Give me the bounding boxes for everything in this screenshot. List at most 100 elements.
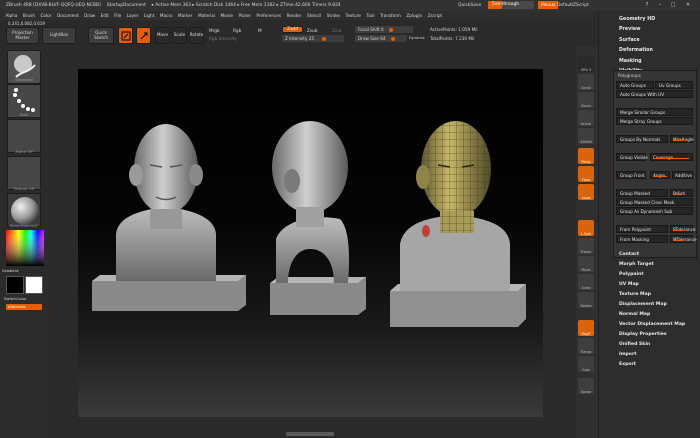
minimize-icon[interactable]: – (655, 0, 665, 10)
menu-edit[interactable]: Edit (101, 13, 109, 18)
draw-button[interactable] (136, 27, 151, 44)
menu-render[interactable]: Render (287, 13, 302, 18)
floor-button[interactable]: Floor (578, 166, 594, 182)
export-header[interactable]: Export (619, 362, 636, 367)
menu-movie[interactable]: Movie (221, 13, 233, 18)
from-polypaint-button[interactable]: From Polypaint (616, 225, 668, 233)
preview-header[interactable]: Preview (599, 25, 700, 36)
menu-brush[interactable]: Brush (23, 13, 35, 18)
maximize-icon[interactable]: □ (668, 0, 678, 10)
menu-marker[interactable]: Marker (178, 13, 192, 18)
solo-button[interactable]: Solo (578, 356, 594, 372)
auto-groups-with-uv-button[interactable]: Auto Groups With UV (616, 90, 693, 98)
rgb-toggle[interactable]: Rgb (233, 28, 241, 33)
lsym-button[interactable]: L.Sym (578, 220, 594, 236)
menu-picker[interactable]: Picker (238, 13, 250, 18)
from-masking-button[interactable]: From Masking (616, 235, 668, 243)
m-toggle[interactable]: M (258, 28, 262, 33)
group-front-button[interactable]: Group Front (616, 171, 646, 179)
group-as-dynamesh-sub-button[interactable]: Group As Dynamesh Sub (616, 207, 693, 215)
secondary-color-swatch[interactable] (25, 276, 43, 294)
main-color-swatch[interactable] (6, 276, 24, 294)
switchcolor-button[interactable]: SwitchColor (4, 296, 52, 301)
menu-light[interactable]: Light (144, 13, 154, 18)
move-view-button[interactable]: Move (578, 256, 594, 272)
menu-zscript[interactable]: Zscript (428, 13, 443, 18)
merge-similar-groups-button[interactable]: Merge Similar Groups (616, 108, 693, 116)
menu-texture[interactable]: Texture (346, 13, 361, 18)
polygroups-title[interactable]: Polygroups (618, 73, 641, 78)
deformation-header[interactable]: Deformation (599, 46, 700, 57)
dynamic-toggle[interactable]: Dynamic (409, 36, 425, 40)
auto-groups-button[interactable]: Auto Groups (616, 81, 654, 89)
import-header[interactable]: Import (619, 352, 636, 357)
scale-view-button[interactable]: Scale (578, 274, 594, 290)
zsub-toggle[interactable]: Zsub (307, 28, 317, 33)
zadd-toggle[interactable]: Zadd (282, 26, 303, 33)
texture-map-header[interactable]: Texture Map (619, 292, 651, 297)
polish-slider[interactable]: Polish (670, 189, 693, 197)
move-button[interactable]: Move (155, 27, 170, 44)
xpose-button[interactable]: Xpose (578, 378, 594, 394)
transp-button[interactable]: Transp (578, 338, 594, 354)
merge-stray-groups-button[interactable]: Merge Stray Groups (616, 117, 693, 125)
quicksave-button[interactable]: QuickSave (455, 1, 484, 9)
menu-draw[interactable]: Draw (84, 13, 95, 18)
seethrough-slider[interactable]: See-through (488, 1, 534, 9)
menu-layer[interactable]: Layer (127, 13, 139, 18)
display-properties-header[interactable]: Display Properties (619, 332, 667, 337)
rgb-intensity-slider[interactable]: Rgb Intensity (209, 36, 237, 41)
z-intensity-slider[interactable]: Z Intensity 25 (282, 35, 344, 42)
edit-button[interactable] (118, 27, 133, 44)
polypaint-header[interactable]: Polypaint (619, 272, 644, 277)
alternate-button[interactable]: Alternate (6, 304, 42, 310)
uv-map-header[interactable]: UV Map (619, 282, 639, 287)
maxangle-slider[interactable]: MaxAngle (670, 135, 694, 143)
uv-groups-button[interactable]: Uv Groups (655, 81, 693, 89)
viewport[interactable] (78, 69, 543, 417)
local-button[interactable]: Local (578, 184, 594, 200)
defaultzscript-button[interactable]: DefaultZScript (554, 1, 592, 9)
frame-button[interactable]: Frame (578, 238, 594, 254)
zcut-toggle[interactable]: Zcut (332, 28, 341, 33)
bottom-tray-handle[interactable] (286, 432, 334, 436)
rotate-view-button[interactable]: Rotate (578, 292, 594, 308)
actual-button[interactable]: Actual (578, 110, 594, 126)
angle-slider[interactable]: Angle (650, 171, 670, 179)
ptolerance-slider[interactable]: PTolerance (670, 225, 696, 233)
persp-button[interactable]: Persp (578, 148, 594, 164)
menu-file[interactable]: File (114, 13, 121, 18)
group-masked-clear-mask-button[interactable]: Group Masked Clear Mask (616, 198, 693, 206)
z-intensity-knob[interactable] (322, 36, 326, 41)
spix-button[interactable]: SPix 3 (578, 56, 594, 72)
quick-sketch-button[interactable]: Quick Sketch (88, 27, 114, 44)
gradient-label[interactable]: Gradient (2, 268, 50, 273)
alpha-thumbnail[interactable] (7, 119, 41, 153)
mrgb-toggle[interactable]: Mrgb (209, 28, 220, 33)
displacement-map-header[interactable]: Displacement Map (619, 302, 667, 307)
projection-master-button[interactable]: Projection Master (6, 27, 39, 44)
vector-displacement-map-header[interactable]: Vector Displacement Map (619, 322, 685, 327)
menu-document[interactable]: Document (57, 13, 79, 18)
polyf-button[interactable]: PolyF (578, 320, 594, 336)
menu-transform[interactable]: Transform (380, 13, 401, 18)
focal-shift-knob[interactable] (389, 27, 393, 32)
zoom-button[interactable]: Zoom (578, 92, 594, 108)
additive-toggle[interactable]: Additive (672, 171, 693, 179)
mtolerance-slider[interactable]: MTolerance (670, 235, 697, 243)
contact-header[interactable]: Contact (619, 252, 639, 257)
aahalf-button[interactable]: AAHalf (578, 128, 594, 144)
draw-size-slider[interactable]: Draw Size 64 (355, 35, 407, 42)
focal-shift-slider[interactable]: Focal Shift 0 (355, 26, 413, 33)
group-masked-button[interactable]: Group Masked (616, 189, 668, 197)
unified-skin-header[interactable]: Unified Skin (619, 342, 650, 347)
surface-header[interactable]: Surface (599, 35, 700, 46)
texture-thumbnail[interactable] (7, 156, 41, 190)
geometry-hd-header[interactable]: Geometry HD (599, 14, 700, 25)
help-icon[interactable]: ? (642, 0, 652, 10)
masking-header[interactable]: Masking (599, 56, 700, 67)
material-thumbnail[interactable] (7, 193, 41, 227)
lightbox-button[interactable]: LightBox (42, 27, 76, 44)
morph-target-header[interactable]: Morph Target (619, 262, 654, 267)
scroll-button[interactable]: Scroll (578, 74, 594, 90)
